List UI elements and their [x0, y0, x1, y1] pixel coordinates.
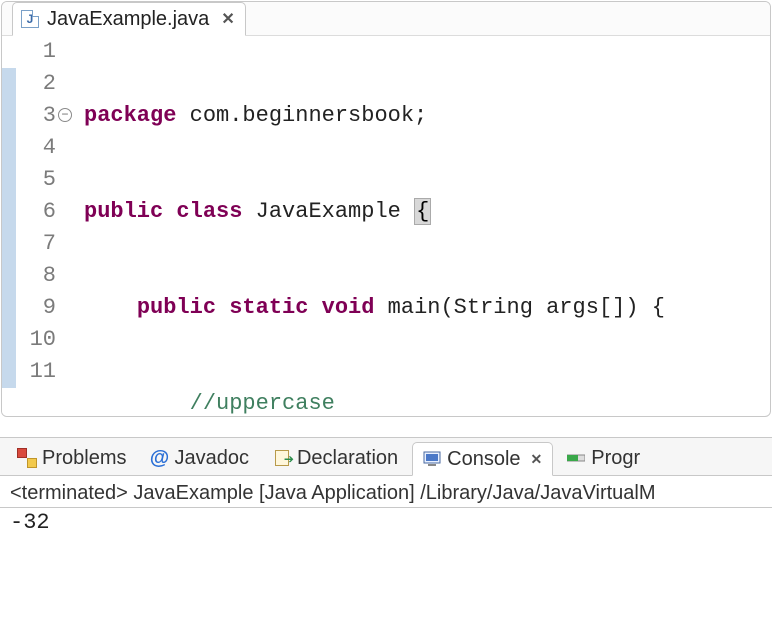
line-number: 10: [16, 324, 56, 356]
editor-pane: J JavaExample.java ✕ 1 2 3− 4 5 6 7: [1, 1, 771, 417]
line-number: 6: [16, 196, 56, 228]
progress-icon: [567, 449, 585, 467]
editor-tab-bar: J JavaExample.java ✕: [2, 2, 770, 36]
close-icon[interactable]: ✕: [527, 451, 543, 468]
tab-label: Console: [447, 448, 520, 471]
file-tab[interactable]: J JavaExample.java ✕: [12, 2, 246, 36]
line-number: 8: [16, 260, 56, 292]
file-tab-label: JavaExample.java: [47, 8, 209, 31]
tab-javadoc[interactable]: @ Javadoc: [140, 441, 259, 475]
code-line: //uppercase: [84, 388, 770, 417]
fold-collapse-icon[interactable]: −: [58, 108, 72, 122]
line-number: 7: [16, 228, 56, 260]
marker-column: [2, 36, 16, 417]
tab-problems[interactable]: Problems: [8, 441, 136, 475]
tab-console[interactable]: Console ✕: [412, 442, 553, 476]
problems-icon: [18, 449, 36, 467]
line-number: 4: [16, 132, 56, 164]
tab-label: Progr: [591, 447, 640, 470]
tab-label: Problems: [42, 447, 126, 470]
code-text[interactable]: package com.beginnersbook; public class …: [62, 36, 770, 417]
code-area[interactable]: 1 2 3− 4 5 6 7 8 9 10 11 package com.beg…: [2, 36, 770, 417]
line-number-gutter: 1 2 3− 4 5 6 7 8 9 10 11: [16, 36, 62, 417]
console-icon: [423, 450, 441, 468]
tab-label: Declaration: [297, 447, 398, 470]
code-line: package com.beginnersbook;: [84, 100, 770, 132]
code-line: public class JavaExample {: [84, 196, 770, 228]
bottom-tab-bar: Problems @ Javadoc ➔ Declaration Console…: [0, 438, 772, 476]
java-file-icon: J: [21, 10, 39, 28]
declaration-icon: ➔: [273, 449, 291, 467]
close-icon[interactable]: ✕: [217, 9, 234, 29]
tab-progress[interactable]: Progr: [557, 441, 650, 475]
console-output[interactable]: -32: [0, 507, 772, 537]
line-number: 1: [16, 36, 56, 68]
javadoc-icon: @: [150, 449, 168, 467]
tab-declaration[interactable]: ➔ Declaration: [263, 441, 408, 475]
tab-label: Javadoc: [174, 447, 249, 470]
line-number: 5: [16, 164, 56, 196]
line-number: 2: [16, 68, 56, 100]
line-number: 3−: [16, 100, 56, 132]
bottom-pane: Problems @ Javadoc ➔ Declaration Console…: [0, 437, 772, 537]
code-line: public static void main(String args[]) {: [84, 292, 770, 324]
console-status: <terminated> JavaExample [Java Applicati…: [0, 476, 772, 507]
line-number: 9: [16, 292, 56, 324]
line-number: 11: [16, 356, 56, 388]
